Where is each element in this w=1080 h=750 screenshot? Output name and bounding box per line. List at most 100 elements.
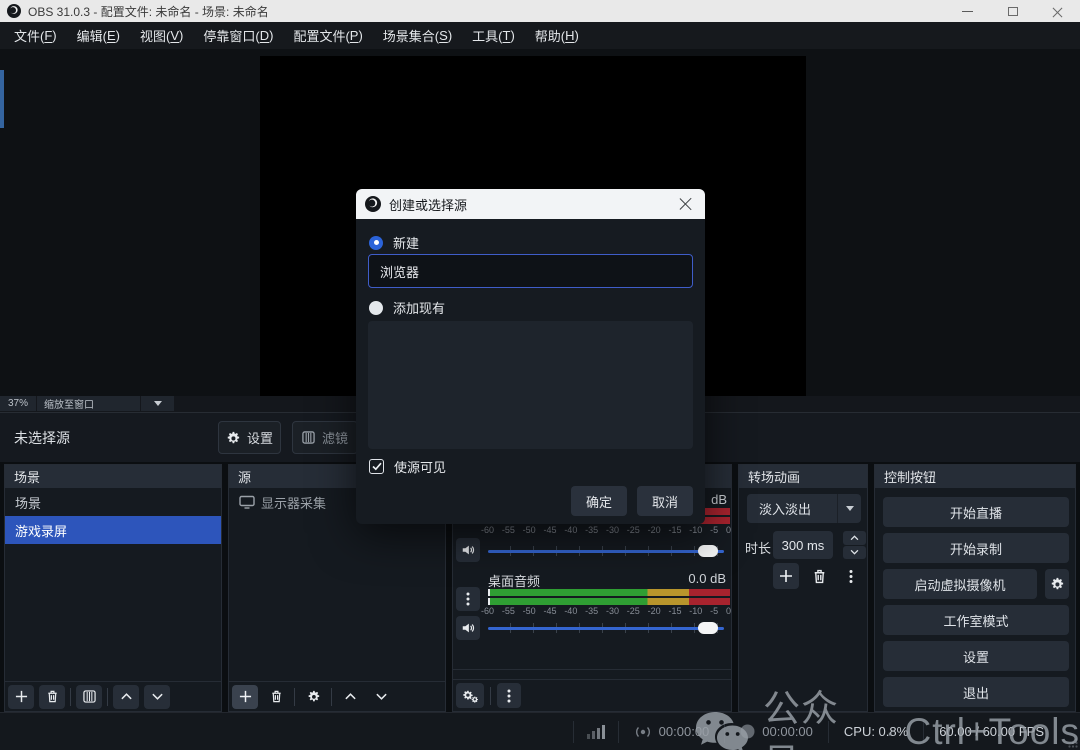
transitions-panel-header[interactable]: 转场动画 xyxy=(739,465,867,488)
transition-select[interactable]: 淡入淡出 xyxy=(747,494,861,523)
start-virtual-camera-button[interactable]: 启动虚拟摄像机 xyxy=(883,569,1037,599)
radio-unselected-icon xyxy=(369,301,383,315)
chevron-down-icon xyxy=(154,401,162,406)
mixer1-db-value: dB xyxy=(711,492,727,507)
source-properties-button[interactable]: 设置 xyxy=(218,421,281,454)
record-icon xyxy=(740,724,755,739)
transition-current: 淡入淡出 xyxy=(747,499,837,518)
obs-logo-icon xyxy=(7,4,21,18)
transition-options-button[interactable] xyxy=(842,565,860,587)
add-source-button[interactable] xyxy=(232,685,258,709)
cpu-usage: CPU: 0.8% xyxy=(836,724,916,739)
add-transition-button[interactable] xyxy=(773,563,799,589)
studio-mode-button[interactable]: 工作室模式 xyxy=(883,605,1069,635)
toolbar-divider xyxy=(107,688,108,706)
radio-add-existing[interactable]: 添加现有 xyxy=(369,298,445,317)
start-streaming-button[interactable]: 开始直播 xyxy=(883,497,1069,527)
radio-create-new[interactable]: 新建 xyxy=(369,233,419,252)
stream-timer: 00:00:00 xyxy=(626,724,718,739)
radio-new-label: 新建 xyxy=(393,233,419,252)
source-properties-label: 设置 xyxy=(247,428,273,447)
duration-spinner xyxy=(843,531,866,559)
menu-docks[interactable]: 停靠窗口(D) xyxy=(193,22,283,49)
menu-tools[interactable]: 工具(T) xyxy=(462,22,525,49)
menu-help[interactable]: 帮助(H) xyxy=(525,22,589,49)
cancel-button[interactable]: 取消 xyxy=(637,486,693,516)
slider-handle[interactable] xyxy=(698,545,718,557)
toolbar-divider xyxy=(70,688,71,706)
statusbar-divider xyxy=(828,721,829,743)
virtual-camera-settings-button[interactable] xyxy=(1045,569,1069,599)
make-source-visible-checkbox[interactable]: 使源可见 xyxy=(369,457,446,476)
maximize-button[interactable] xyxy=(990,0,1035,22)
duration-input[interactable]: 300 ms xyxy=(773,531,833,559)
broadcast-icon xyxy=(634,725,652,739)
toolbar-divider xyxy=(294,688,295,706)
menu-profile[interactable]: 配置文件(P) xyxy=(283,22,372,49)
move-source-up-button[interactable] xyxy=(337,685,363,709)
mixer2-db-value: 0.0 dB xyxy=(688,571,726,586)
gear-icon xyxy=(1050,577,1064,591)
mixer2-volume-slider[interactable] xyxy=(488,621,724,635)
menu-file[interactable]: 文件(F) xyxy=(4,22,67,49)
mixer-toolbar xyxy=(453,679,731,711)
resize-grip[interactable] xyxy=(1068,738,1078,748)
zoom-fit-mode[interactable]: 缩放至窗口 xyxy=(37,396,140,411)
existing-sources-list[interactable] xyxy=(368,321,693,449)
status-bar: 00:00:00 00:00:00 CPU: 0.8% 60.00 / 60.0… xyxy=(0,712,1080,750)
scenes-panel: 场景 场景 游戏录屏 xyxy=(4,464,222,712)
gear-icon xyxy=(226,431,240,445)
settings-button[interactable]: 设置 xyxy=(883,641,1069,671)
remove-source-button[interactable] xyxy=(263,685,289,709)
advanced-audio-properties-button[interactable] xyxy=(456,683,484,708)
controls-panel-header[interactable]: 控制按钮 xyxy=(875,465,1075,488)
create-source-dialog: 创建或选择源 新建 浏览器 添加现有 使源可见 确定 取消 xyxy=(356,189,705,524)
dialog-close-icon[interactable] xyxy=(679,197,693,211)
minimize-icon xyxy=(962,11,973,12)
move-scene-up-button[interactable] xyxy=(113,685,139,709)
mixer2-options-button[interactable] xyxy=(456,587,480,611)
source-name-input[interactable]: 浏览器 xyxy=(368,254,693,288)
scene-filters-button[interactable] xyxy=(76,685,102,709)
mixer2-scale-ticks: -60-55-50-45-40-35-30-25-20-15-10-50 xyxy=(481,606,731,617)
minimize-button[interactable] xyxy=(945,0,990,22)
filter-icon xyxy=(302,431,315,444)
connection-signal-icon xyxy=(581,725,611,739)
spin-up-button[interactable] xyxy=(843,531,866,545)
remove-transition-button[interactable] xyxy=(807,565,831,587)
mixer1-mute-button[interactable] xyxy=(456,538,480,562)
radio-selected-icon xyxy=(369,236,383,250)
slider-handle[interactable] xyxy=(698,622,718,634)
zoom-dropdown-button[interactable] xyxy=(141,396,174,411)
mixer1-volume-slider[interactable] xyxy=(488,544,724,558)
scene-item[interactable]: 场景 xyxy=(5,488,221,516)
source-filters-button[interactable]: 滤镜 xyxy=(292,421,358,454)
record-time: 00:00:00 xyxy=(762,724,813,739)
toolbar-divider xyxy=(331,688,332,706)
spin-down-button[interactable] xyxy=(843,546,866,560)
obs-main-window: OBS 31.0.3 - 配置文件: 未命名 - 场景: 未命名 文件(F) 编… xyxy=(0,0,1080,750)
menu-bar: 文件(F) 编辑(E) 视图(V) 停靠窗口(D) 配置文件(P) 场景集合(S… xyxy=(0,22,1080,49)
remove-scene-button[interactable] xyxy=(39,685,65,709)
ok-button[interactable]: 确定 xyxy=(571,486,627,516)
source-properties-gear-button[interactable] xyxy=(300,685,326,709)
mixer2-name: 桌面音频 xyxy=(488,571,540,590)
radio-existing-label: 添加现有 xyxy=(393,298,445,317)
scenes-panel-header[interactable]: 场景 xyxy=(5,465,221,488)
close-button[interactable] xyxy=(1035,0,1080,22)
add-scene-button[interactable] xyxy=(8,685,34,709)
menu-scene-collection[interactable]: 场景集合(S) xyxy=(373,22,462,49)
scene-item-selected[interactable]: 游戏录屏 xyxy=(5,516,221,544)
menu-view[interactable]: 视图(V) xyxy=(130,22,193,49)
menu-edit[interactable]: 编辑(E) xyxy=(67,22,130,49)
visible-checkbox-label: 使源可见 xyxy=(394,457,446,476)
statusbar-divider xyxy=(724,721,725,743)
move-scene-down-button[interactable] xyxy=(144,685,170,709)
mixer2-mute-button[interactable] xyxy=(456,616,480,640)
mixer-options-button[interactable] xyxy=(497,683,521,708)
move-source-down-button[interactable] xyxy=(368,685,394,709)
exit-button[interactable]: 退出 xyxy=(883,677,1069,707)
display-capture-icon xyxy=(239,495,255,509)
zoom-percent: 37% xyxy=(0,396,36,411)
start-recording-button[interactable]: 开始录制 xyxy=(883,533,1069,563)
